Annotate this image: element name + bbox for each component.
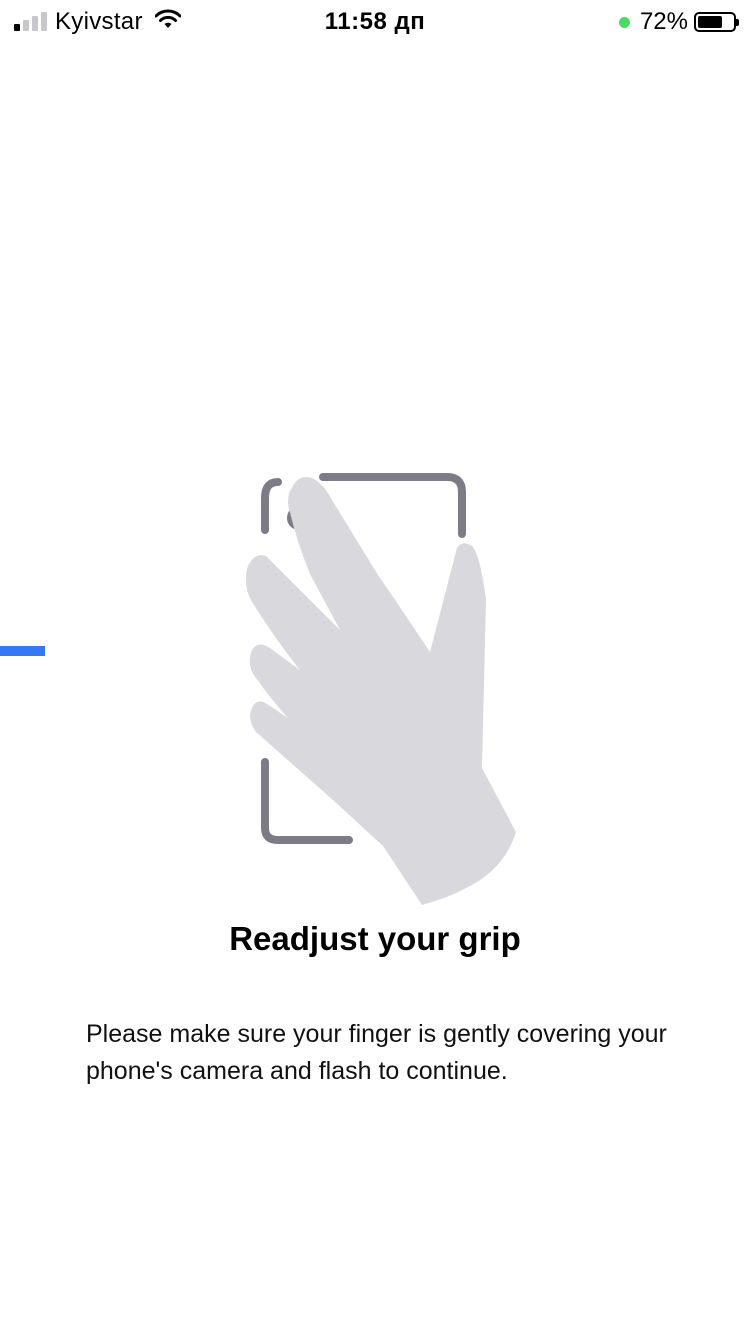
status-bar: Kyivstar 11:58 дп 72% [0, 0, 750, 40]
hand-on-phone-icon [240, 470, 530, 910]
privacy-dot-icon [618, 16, 630, 28]
progress-fill [0, 646, 45, 656]
battery-fill [698, 16, 723, 28]
screen: Kyivstar 11:58 дп 72% Readjust your grip… [0, 0, 750, 1334]
battery-icon [694, 12, 739, 32]
instruction-text: Please make sure your finger is gently c… [86, 1020, 667, 1085]
battery-percent: 72% [639, 8, 688, 35]
page-title: Readjust your grip [229, 920, 521, 957]
status-right: 72% [618, 8, 739, 36]
